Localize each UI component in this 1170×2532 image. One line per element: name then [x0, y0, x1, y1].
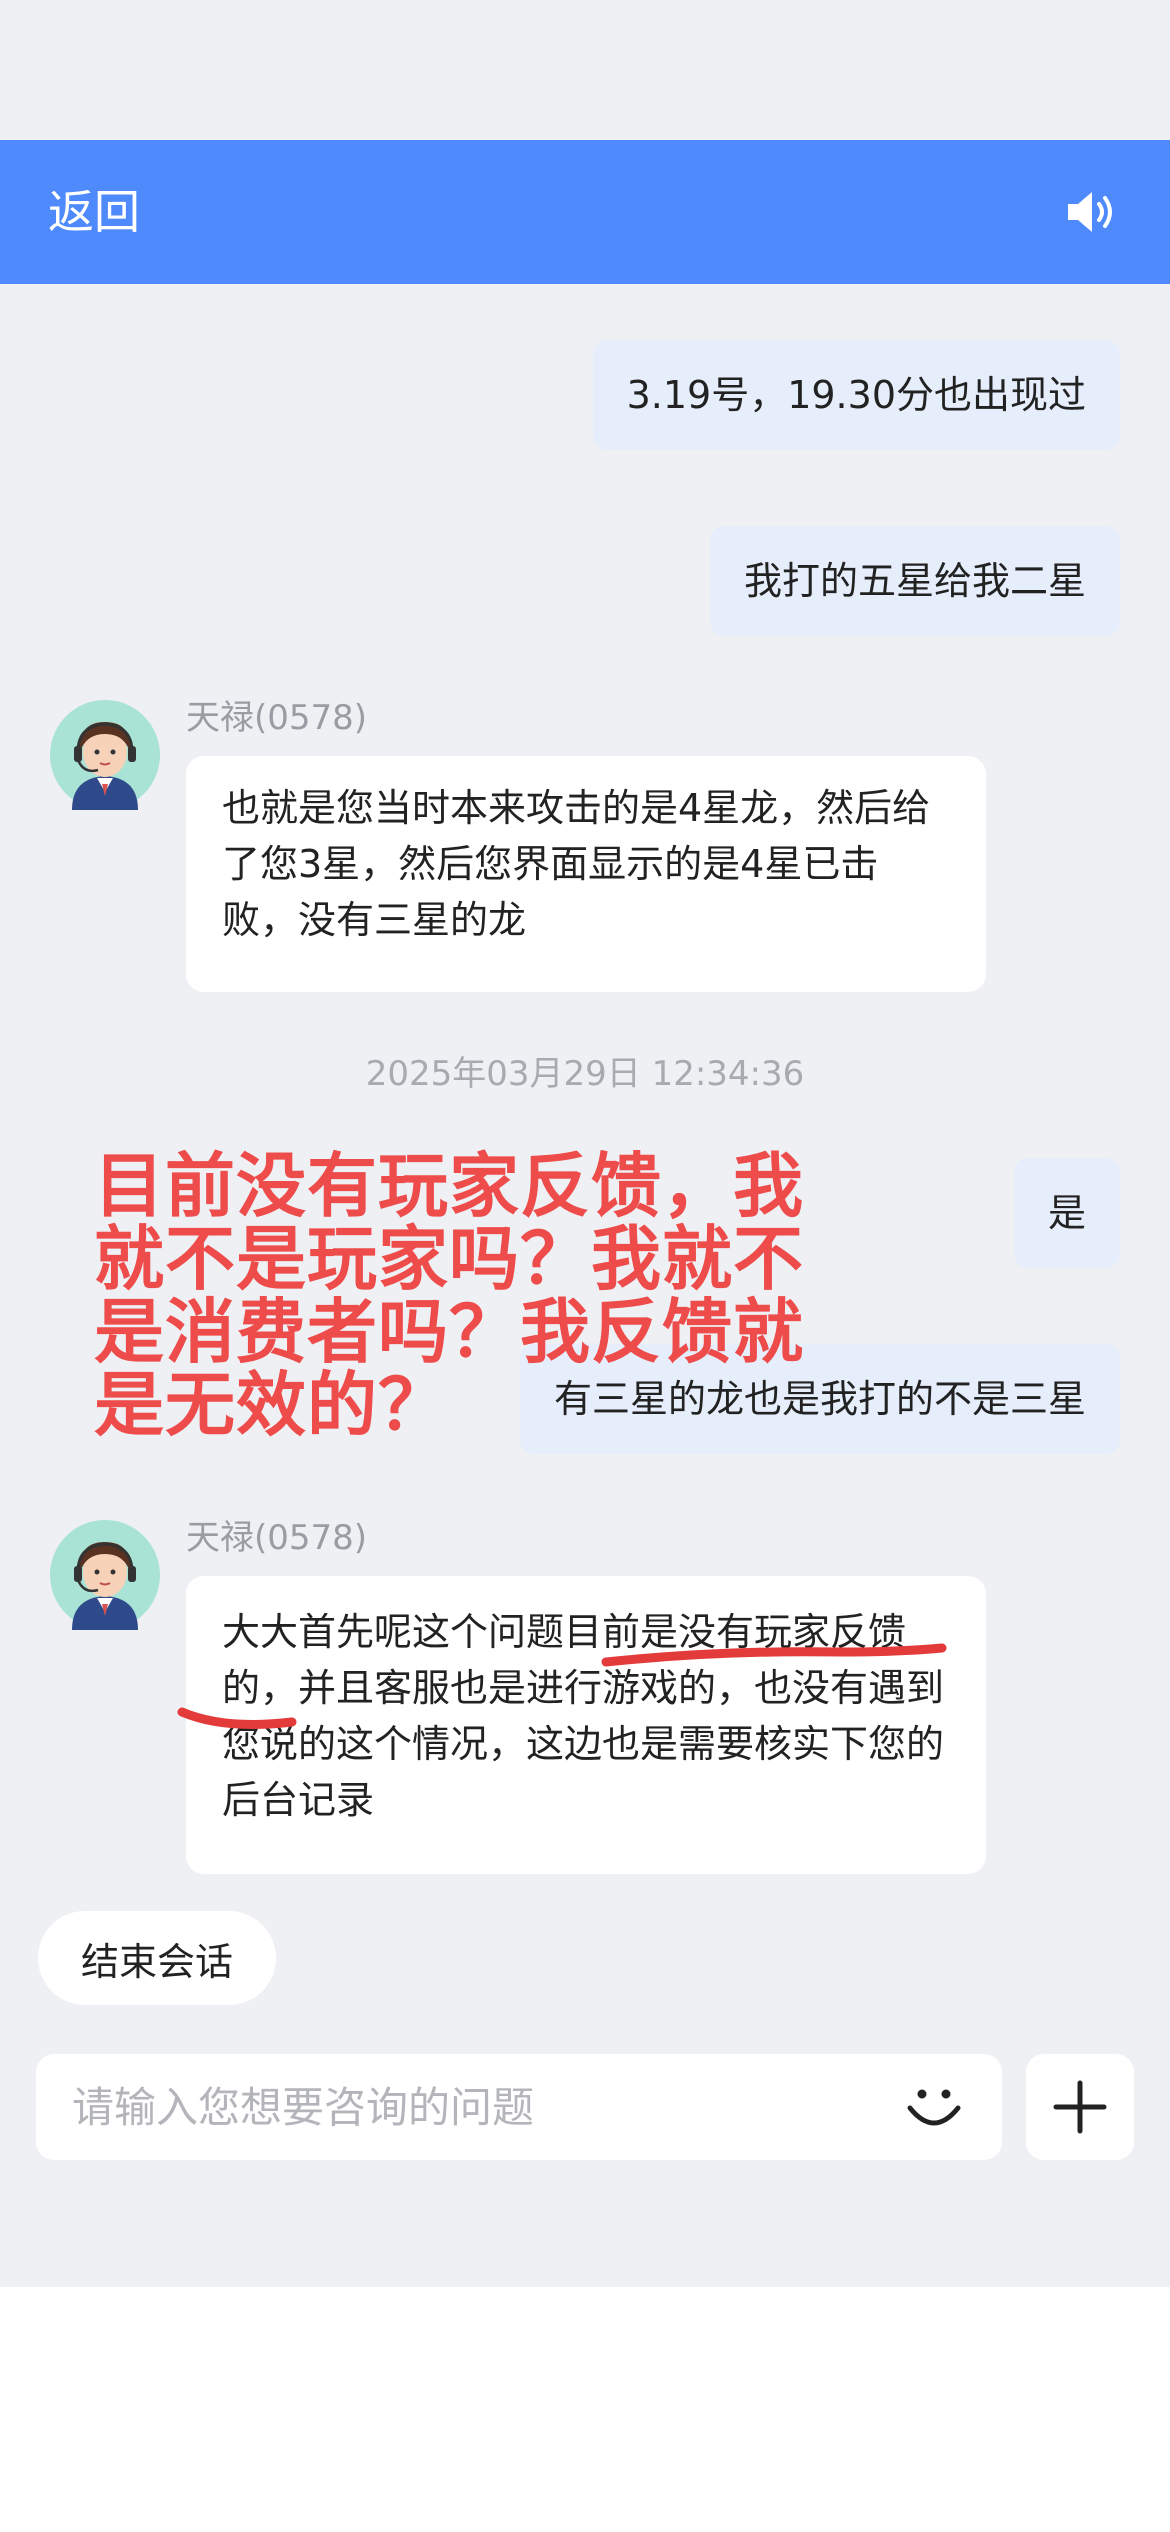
message-text: 大大首先呢这个问题目前是没有玩家反馈的，并且客服也是进行游戏的，也没有遇到您说的… [222, 1610, 945, 1822]
add-attachment-button[interactable] [1026, 2054, 1134, 2160]
message-text: 是 [1047, 1191, 1086, 1235]
user-message-bubble: 我打的五星给我二星 [709, 526, 1120, 636]
back-button[interactable]: 返回 [48, 182, 140, 242]
agent-message-bubble: 大大首先呢这个问题目前是没有玩家反馈的，并且客服也是进行游戏的，也没有遇到您说的… [186, 1576, 986, 1874]
header-bar: 返回 [0, 140, 1170, 284]
agent-avatar [50, 1520, 160, 1630]
agent-message-bubble: 也就是您当时本来攻击的是4星龙，然后给了您3星，然后您界面显示的是4星已击败，没… [186, 756, 986, 992]
agent-name: 天禄(0578) [186, 698, 368, 738]
message-input-box [36, 2054, 1002, 2160]
speaker-icon[interactable] [1064, 184, 1120, 240]
user-message-bubble: 3.19号，19.30分也出现过 [592, 340, 1120, 450]
end-session-button[interactable]: 结束会话 [38, 1911, 276, 2005]
user-message-bubble: 是 [1013, 1158, 1120, 1268]
chat-screen: 返回 3.19号，19.30分也出现过 我打的五星给我二星 天禄(0578) 也… [0, 0, 1170, 2287]
message-timestamp: 2025年03月29日 12:34:36 [365, 1054, 805, 1094]
message-input[interactable] [72, 2054, 892, 2160]
smile-icon[interactable] [902, 2076, 966, 2140]
message-text: 也就是您当时本来攻击的是4星龙，然后给了您3星，然后您界面显示的是4星已击败，没… [222, 786, 931, 942]
agent-name: 天禄(0578) [186, 1518, 368, 1558]
red-annotation-text: 目前没有玩家反馈，我就不是玩家吗？我就不是消费者吗？我反馈就是无效的？ [94, 1145, 804, 1446]
message-text: 我打的五星给我二星 [743, 559, 1086, 603]
plus-icon [1053, 2080, 1107, 2134]
agent-avatar [50, 700, 160, 810]
message-text: 3.19号，19.30分也出现过 [626, 373, 1086, 417]
